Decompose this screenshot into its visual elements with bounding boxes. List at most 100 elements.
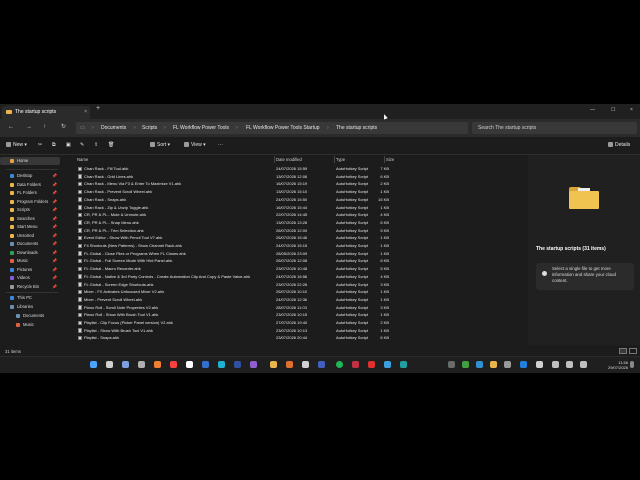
minimize-icon[interactable]: — [590, 104, 595, 117]
table-row[interactable]: Chan Rack - Menu Via F3 & Enter To Maxim… [64, 180, 524, 188]
pin-icon[interactable]: 📌 [52, 257, 57, 265]
sidebar-item-program-folders[interactable]: Program Folders 📌 [0, 198, 60, 206]
volume-icon[interactable] [566, 361, 573, 368]
tray-app-icon[interactable] [536, 361, 543, 368]
close-window-icon[interactable]: × [630, 104, 633, 117]
sidebar-item-lib-music[interactable]: Music [6, 321, 66, 329]
app-icon[interactable] [202, 361, 209, 368]
search-input[interactable]: Search The startup scripts [472, 122, 637, 134]
pin-icon[interactable]: 📌 [52, 206, 57, 214]
table-row[interactable]: Piano Roll - Scroll Note Properties V2.a… [64, 304, 524, 312]
table-row[interactable]: FL Global - Native & 3rd Party Controls … [64, 273, 524, 281]
tray-chevron-icon[interactable] [448, 361, 455, 368]
pin-icon[interactable]: 📌 [52, 232, 57, 240]
app-icon[interactable] [384, 361, 391, 368]
table-row[interactable]: Chan Rack - Snaps.ahk 24/07/2026 15:50 Aut… [64, 196, 524, 204]
tray-app-icon[interactable] [476, 361, 483, 368]
sidebar-item-libraries[interactable]: Libraries [0, 303, 60, 311]
spotify-icon[interactable] [336, 361, 343, 368]
view-button[interactable]: View ▾ [184, 140, 206, 151]
paste-icon[interactable]: ▣ [66, 140, 71, 151]
tab-startup-scripts[interactable]: The startup scripts × [2, 106, 90, 119]
youtube-icon[interactable] [368, 361, 375, 368]
column-header-name[interactable]: Name [77, 155, 88, 164]
table-row[interactable]: Playlist - Clip Focus (Picker Panel vers… [64, 319, 524, 327]
table-row[interactable]: Chan Rack - Zip & Unzip Toggle.ahk 16/07/… [64, 204, 524, 212]
sidebar-item-fl-folders[interactable]: FL Folders 📌 [0, 189, 60, 197]
sidebar-item-unsorted[interactable]: Unsorted 📌 [0, 232, 60, 240]
new-button[interactable]: New ▾ [6, 140, 27, 151]
table-row[interactable]: Chan Rack - Grid Lines.ahk 13/07/2026 12:… [64, 173, 524, 181]
app-icon[interactable] [302, 361, 309, 368]
pin-icon[interactable]: 📌 [52, 198, 57, 206]
sidebar-item-start-menu[interactable]: Start Menu 📌 [0, 223, 60, 231]
column-header-type[interactable]: Type [336, 155, 345, 164]
table-row[interactable]: Chan Rack - Fill Tool.ahk 24/07/2026 15:5… [64, 165, 524, 173]
table-row[interactable]: Mixer - Prevent Scroll Wheel.ahk 24/07/20… [64, 296, 524, 304]
app-icon[interactable] [250, 361, 257, 368]
column-header-date[interactable]: Date modified [276, 155, 302, 164]
table-row[interactable]: Chan Rack - Prevent Scroll Wheel.ahk 13/0… [64, 188, 524, 196]
breadcrumb-documents[interactable]: Documents [101, 122, 126, 134]
forward-arrow-icon[interactable]: → [26, 122, 32, 133]
table-row[interactable]: F4 Shortcuts (New Patterns) - Show Chann… [64, 242, 524, 250]
app-icon[interactable] [234, 361, 241, 368]
breadcrumb-fl-workflow-power-tools[interactable]: FL Workflow Power Tools [173, 122, 229, 134]
task-view-icon[interactable] [122, 361, 129, 368]
app-icon[interactable] [352, 361, 359, 368]
tray-app-icon[interactable] [504, 361, 511, 368]
table-row[interactable]: FL Global - Macro Recorder.ahk 23/07/2026… [64, 265, 524, 273]
table-row[interactable]: FL Global - Screen Edge Shortcuts.ahk 23/… [64, 281, 524, 289]
sidebar-item-pictures[interactable]: Pictures 📌 [0, 266, 60, 274]
column-separator[interactable] [334, 156, 335, 163]
clock[interactable]: 11:56 29/07/2026 [598, 360, 628, 370]
sort-button[interactable]: Sort ▾ [150, 140, 170, 151]
sidebar-item-scripts[interactable]: Scripts 📌 [0, 206, 60, 214]
pin-icon[interactable]: 📌 [52, 274, 57, 282]
breadcrumb-scripts[interactable]: Scripts [142, 122, 157, 134]
sidebar-item-documents[interactable]: Documents 📌 [0, 240, 60, 248]
app-icon[interactable] [186, 361, 193, 368]
breadcrumb-startup-scripts[interactable]: The startup scripts [336, 122, 377, 134]
tray-app-icon[interactable] [462, 361, 469, 368]
pin-icon[interactable]: 📌 [52, 240, 57, 248]
sidebar-item-lib-documents[interactable]: Documents [6, 312, 66, 320]
table-row[interactable]: Piano Roll - Show With Brush Tool V1.ahk… [64, 311, 524, 319]
file-explorer-icon[interactable] [270, 361, 277, 368]
back-arrow-icon[interactable]: ← [8, 122, 14, 133]
rename-icon[interactable]: ✎ [80, 140, 84, 151]
sidebar-item-searches[interactable]: Searches 📌 [0, 215, 60, 223]
app-icon[interactable] [218, 361, 225, 368]
sidebar-item-data-folders[interactable]: Data Folders 📌 [0, 181, 60, 189]
search-icon[interactable] [106, 361, 113, 368]
breadcrumb[interactable]: ▭ › Documents › Scripts › FL Workflow Po… [76, 122, 468, 134]
share-icon[interactable]: ⇪ [94, 140, 98, 151]
table-row[interactable]: FL Global - Full Screen Mode With Hint P… [64, 257, 524, 265]
table-row[interactable]: Playlist - Snaps.ahk 23/07/2026 20:44 Auto… [64, 334, 524, 342]
start-icon[interactable] [90, 361, 97, 368]
column-header-size[interactable]: Size [386, 155, 394, 164]
delete-icon[interactable]: 🗑 [108, 140, 114, 151]
notification-icon[interactable] [630, 361, 634, 368]
close-tab-icon[interactable]: × [84, 106, 87, 119]
more-options-button[interactable]: ··· [218, 140, 223, 151]
pin-icon[interactable]: 📌 [52, 223, 57, 231]
table-row[interactable]: Event Editor - Show With Pencil Tool V7.… [64, 234, 524, 242]
table-row[interactable]: CR, PR & PL - Snap Menu.ahk 13/07/2026 13… [64, 219, 524, 227]
cut-icon[interactable]: ✂ [38, 140, 42, 151]
app-icon[interactable] [286, 361, 293, 368]
pin-icon[interactable]: 📌 [52, 189, 57, 197]
sidebar-item-recycle-bin[interactable]: Recycle Bin 📌 [0, 283, 60, 291]
wifi-icon[interactable] [552, 361, 559, 368]
up-arrow-icon[interactable]: ↑ [43, 122, 46, 133]
pin-icon[interactable]: 📌 [52, 172, 57, 180]
app-icon[interactable] [400, 361, 407, 368]
refresh-icon[interactable]: ↻ [61, 122, 66, 133]
pin-icon[interactable]: 📌 [52, 283, 57, 291]
tray-app-icon[interactable] [520, 361, 527, 368]
column-separator[interactable] [274, 156, 275, 163]
app-icon[interactable] [170, 361, 177, 368]
sidebar-item-desktop[interactable]: Desktop 📌 [0, 172, 60, 180]
details-button[interactable]: Details [608, 140, 630, 151]
sidebar-item-videos[interactable]: Videos 📌 [0, 274, 60, 282]
